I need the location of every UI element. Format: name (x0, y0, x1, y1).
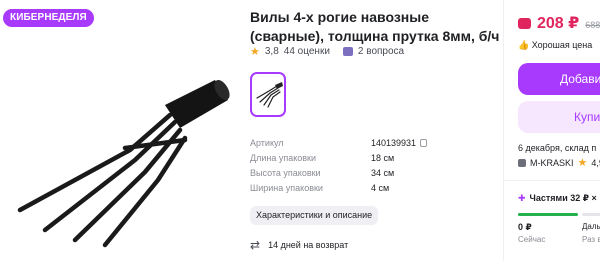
spec-label: Высота упаковки (250, 168, 321, 178)
characteristics-button[interactable]: Характеристики и описание (250, 206, 379, 225)
current-price: 208 ₽ (537, 15, 580, 32)
progress-segment-remaining (582, 213, 600, 216)
spec-row-article: Артикул 140139931 (250, 136, 450, 151)
spec-row-length: Длина упаковки 18 см (250, 151, 450, 166)
rating-value: 3,8 (264, 45, 279, 57)
installment-text: Частями 32 ₽ × (529, 193, 597, 203)
installment-next-label: Даль (582, 222, 600, 231)
copy-icon[interactable] (420, 139, 428, 147)
spec-label: Артикул (250, 138, 284, 148)
spec-value: 34 см (371, 168, 395, 178)
pitchfork-thumb-image (256, 82, 283, 108)
spec-row-height: Высота упаковки 34 см (250, 166, 450, 181)
star-icon: ★ (250, 45, 260, 58)
installment-progress (518, 213, 600, 216)
divider (504, 180, 600, 181)
spec-label: Ширина упаковки (250, 183, 323, 193)
star-icon: ★ (577, 157, 588, 169)
seller-rating: 4,9 (591, 157, 600, 168)
price-row: 208 ₽ 688 (518, 13, 600, 33)
buy-panel: 208 ₽ 688 👍 Хорошая цена Добави Купи 6 д… (503, 0, 600, 261)
installment-icon: ✚ (518, 193, 526, 203)
installment-row[interactable]: ✚ Частями 32 ₽ × (518, 193, 597, 204)
seller-row[interactable]: M-KRASKI ★ 4,9 (518, 156, 600, 169)
reviews-count[interactable]: 44 оценки (284, 46, 330, 57)
installment-next-sub: Раз в 2 (582, 235, 600, 244)
return-arrows-icon: ⇄ (250, 238, 261, 252)
add-to-cart-button[interactable]: Добави (518, 63, 600, 95)
spec-value[interactable]: 140139931 (371, 136, 428, 151)
promo-badge: КИБЕРНЕДЕЛЯ (3, 9, 94, 27)
questions-count[interactable]: 2 вопроса (358, 46, 404, 57)
specs-list: Артикул 140139931 Длина упаковки 18 см В… (250, 136, 450, 196)
progress-segment-paid (518, 213, 578, 216)
return-policy-row[interactable]: ⇄ 14 дней на возврат (250, 238, 348, 252)
pitchfork-image (17, 80, 230, 248)
installment-now-label: Сейчас (518, 235, 546, 244)
spec-value: 4 см (371, 183, 390, 193)
rating-row[interactable]: ★ 3,8 44 оценки 2 вопроса (250, 44, 404, 58)
spec-row-width: Ширина упаковки 4 см (250, 181, 450, 196)
spec-label: Длина упаковки (250, 153, 317, 163)
store-icon (518, 158, 526, 167)
thumbs-up-icon: 👍 (518, 40, 530, 50)
seller-name[interactable]: M-KRASKI (530, 158, 574, 168)
good-price-label: 👍 Хорошая цена (518, 40, 592, 51)
installment-now-amount: 0 ₽ (518, 222, 532, 232)
return-policy-text: 14 дней на возврат (268, 240, 349, 250)
product-photo[interactable]: КИБЕРНЕДЕЛЯ (0, 0, 235, 261)
delivery-date: 6 декабря, склад п (518, 143, 597, 153)
thumbnail-selected[interactable] (250, 72, 286, 117)
product-title: Вилы 4-х рогие навозные (сварные), толщи… (250, 9, 500, 44)
wallet-icon (518, 18, 531, 29)
spec-value: 18 см (371, 153, 395, 163)
good-price-text: Хорошая цена (531, 40, 593, 50)
old-price: 688 (585, 20, 600, 30)
question-icon (342, 46, 353, 56)
buy-now-button[interactable]: Купи (518, 101, 600, 133)
